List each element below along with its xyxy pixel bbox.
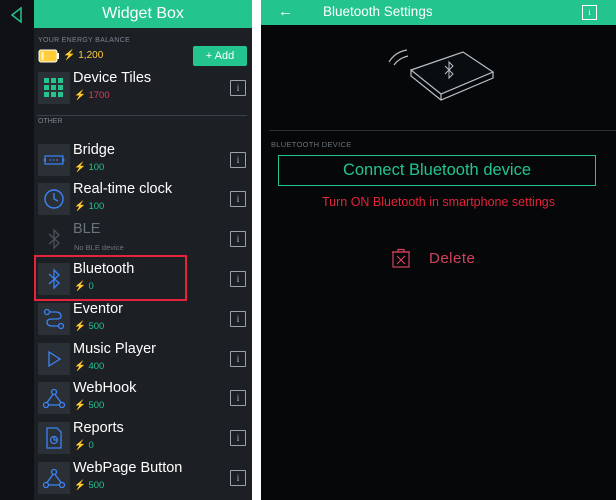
webpage-button-icon bbox=[38, 462, 70, 494]
widget-item-price: ⚡ 500 bbox=[74, 400, 105, 411]
section-label-other: OTHER bbox=[38, 118, 63, 125]
widget-item-real-time-clock[interactable]: Real-time clock ⚡ 100 i bbox=[34, 181, 252, 221]
info-icon[interactable]: i bbox=[230, 430, 246, 446]
widget-item-name: Bridge bbox=[73, 142, 115, 158]
bluetooth-warning-text: Turn ON Bluetooth in smartphone settings bbox=[322, 195, 555, 209]
highlight-box bbox=[34, 255, 187, 301]
widget-item-name: Real-time clock bbox=[73, 181, 173, 197]
settings-title: Bluetooth Settings bbox=[323, 4, 433, 19]
widget-box-panel: Widget Box YOUR ENERGY BALANCE ⚡ 1,200 +… bbox=[0, 0, 252, 500]
widget-item-name: Device Tiles bbox=[73, 70, 152, 86]
settings-header: ← Bluetooth Settings i bbox=[261, 0, 616, 25]
widget-item-status: No BLE device bbox=[74, 243, 124, 252]
widget-item-name: WebHook bbox=[73, 380, 137, 396]
widget-item-device-tiles[interactable]: Device Tiles ⚡ 1700 i bbox=[34, 70, 252, 110]
widget-item-price: ⚡ 500 bbox=[74, 321, 105, 332]
widget-item-webhook[interactable]: WebHook ⚡ 500 i bbox=[34, 380, 252, 420]
section-label-bluetooth-device: BLUETOOTH DEVICE bbox=[271, 140, 352, 149]
info-icon[interactable]: i bbox=[230, 311, 246, 327]
back-arrow-icon[interactable]: ← bbox=[278, 3, 293, 21]
left-gutter bbox=[0, 0, 34, 500]
widget-item-reports[interactable]: Reports ⚡ 0 i bbox=[34, 420, 252, 460]
add-energy-button[interactable]: + Add bbox=[193, 46, 247, 66]
widget-item-bridge[interactable]: Bridge ⚡ 100 i bbox=[34, 142, 252, 182]
widget-item-name: Eventor bbox=[73, 301, 123, 317]
ble-icon bbox=[38, 223, 70, 255]
bluetooth-settings-panel: ← Bluetooth Settings i BLUETOOTH DEVICE … bbox=[261, 0, 616, 500]
play-icon bbox=[38, 343, 70, 375]
device-tiles-icon bbox=[38, 72, 70, 104]
webhook-icon bbox=[38, 382, 70, 414]
widget-item-webpage-button[interactable]: WebPage Button ⚡ 500 i bbox=[34, 460, 252, 500]
delete-icon bbox=[392, 248, 410, 268]
widget-item-price: ⚡ 500 bbox=[74, 480, 105, 491]
widget-item-price: ⚡ 100 bbox=[74, 162, 105, 173]
info-icon[interactable]: i bbox=[230, 271, 246, 287]
clock-icon bbox=[38, 183, 70, 215]
info-icon[interactable]: i bbox=[230, 231, 246, 247]
delete-button[interactable]: Delete bbox=[391, 246, 475, 270]
widget-item-price: ⚡ 1700 bbox=[74, 90, 110, 101]
bluetooth-device-illustration-icon bbox=[388, 49, 495, 101]
info-icon[interactable]: i bbox=[230, 351, 246, 367]
widget-item-eventor[interactable]: Eventor ⚡ 500 i bbox=[34, 301, 252, 341]
section-divider bbox=[269, 130, 616, 131]
energy-balance-value: ⚡ 1,200 bbox=[63, 50, 104, 61]
info-icon[interactable]: i bbox=[230, 470, 246, 486]
reports-icon bbox=[38, 422, 70, 454]
energy-balance-label: YOUR ENERGY BALANCE bbox=[38, 37, 130, 44]
section-divider bbox=[37, 115, 247, 116]
info-icon[interactable]: i bbox=[230, 152, 246, 168]
widget-item-music-player[interactable]: Music Player ⚡ 400 i bbox=[34, 341, 252, 381]
info-icon[interactable]: i bbox=[230, 191, 246, 207]
info-icon[interactable]: i bbox=[230, 80, 246, 96]
widget-item-price: ⚡ 400 bbox=[74, 361, 105, 372]
back-triangle-icon[interactable] bbox=[8, 6, 26, 24]
widget-item-price: ⚡ 0 bbox=[74, 440, 94, 451]
widget-item-name: Reports bbox=[73, 420, 124, 436]
widget-item-price: ⚡ 100 bbox=[74, 201, 105, 212]
info-icon[interactable]: i bbox=[582, 5, 597, 20]
widget-box-title: Widget Box bbox=[34, 0, 252, 28]
battery-icon bbox=[38, 49, 59, 63]
info-icon[interactable]: i bbox=[230, 390, 246, 406]
widget-item-name: Music Player bbox=[73, 341, 156, 357]
delete-label: Delete bbox=[429, 249, 476, 267]
eventor-icon bbox=[38, 303, 70, 335]
connect-bluetooth-button[interactable]: Connect Bluetooth device bbox=[278, 155, 596, 186]
bridge-icon bbox=[38, 144, 70, 176]
widget-item-name: WebPage Button bbox=[73, 460, 183, 476]
widget-item-name: BLE bbox=[73, 221, 101, 237]
